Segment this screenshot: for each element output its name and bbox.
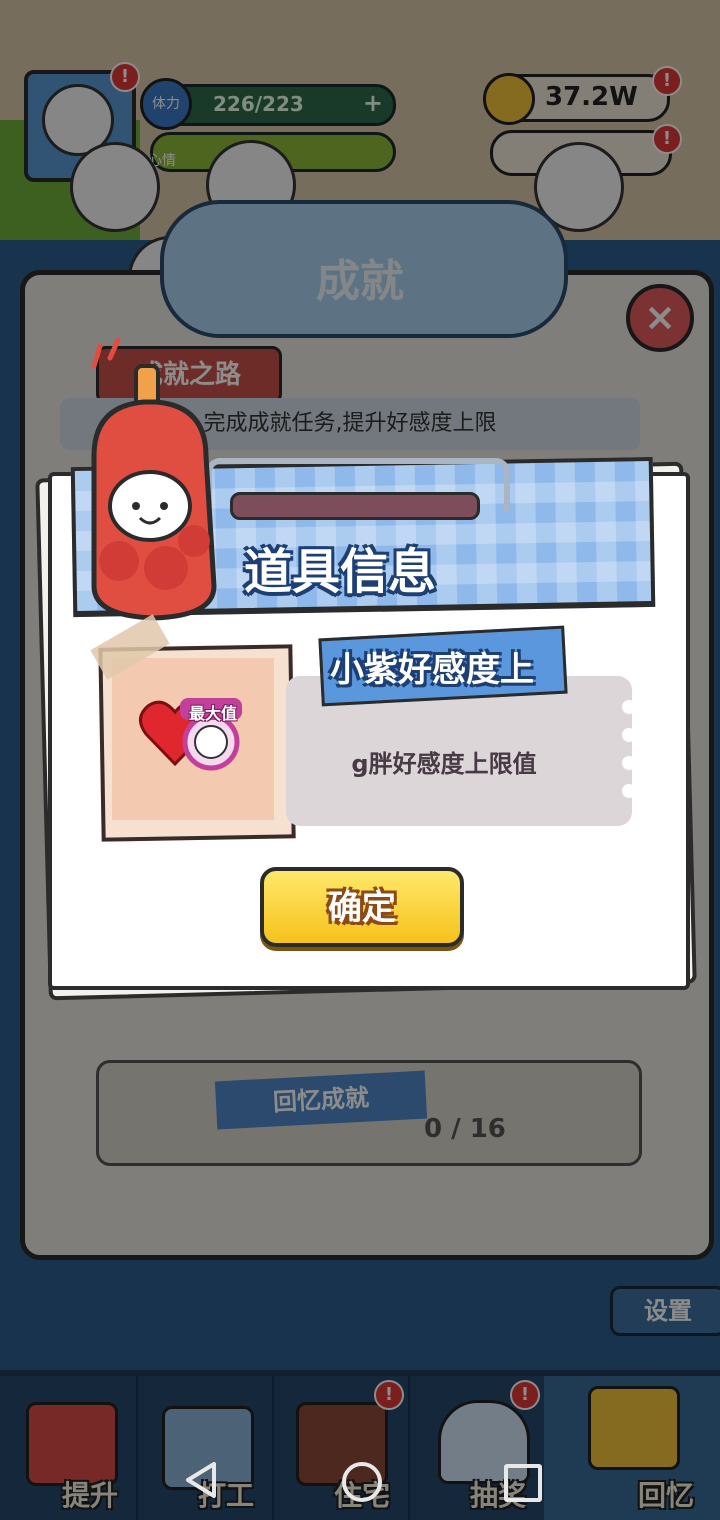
dialog-title: 道具信息 xyxy=(244,544,437,600)
system-back-icon[interactable] xyxy=(184,1460,218,1500)
max-value-badge: 最大值 xyxy=(188,704,237,723)
ticket-notch xyxy=(622,700,636,714)
item-name: 小紫好感度上 xyxy=(330,650,534,690)
system-recents-icon[interactable] xyxy=(504,1464,542,1502)
clipboard-bar xyxy=(230,492,480,520)
confirm-button-label: 确定 xyxy=(328,888,396,928)
ketchup-mascot-icon xyxy=(91,337,217,621)
item-description: g胖好感度上限值 xyxy=(351,750,537,778)
system-home-icon[interactable] xyxy=(342,1462,382,1502)
ticket-notch xyxy=(622,784,636,798)
ticket-notch xyxy=(622,756,636,770)
ticket-notch xyxy=(622,728,636,742)
